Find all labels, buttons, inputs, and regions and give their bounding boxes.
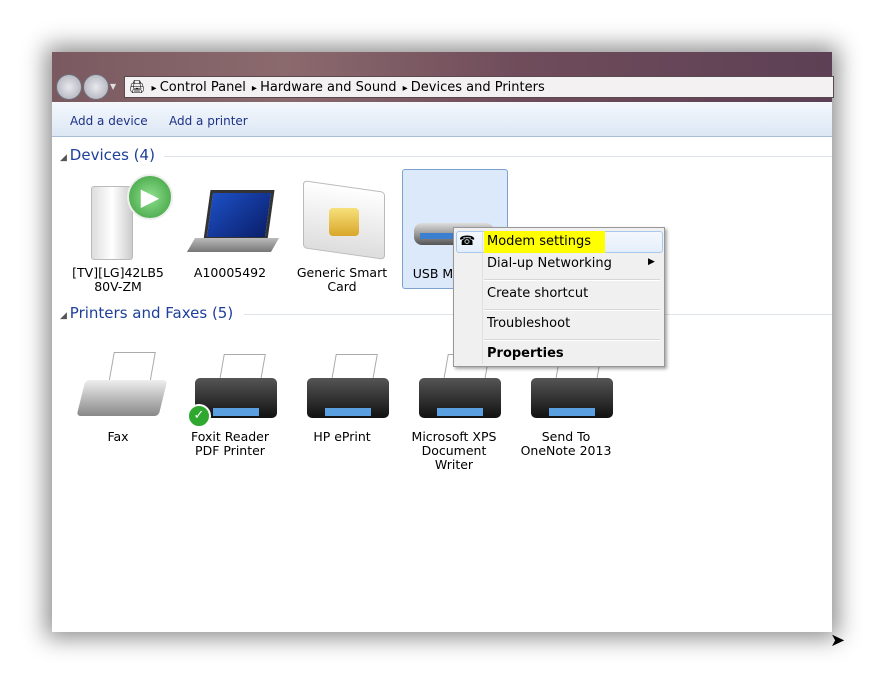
device-label: Generic Smart Card [296,265,388,294]
command-bar: Add a device Add a printer [52,102,832,137]
modem-settings-icon: ☎ [459,234,476,249]
smart-card-icon [297,174,387,264]
devices-group-header[interactable]: Devices (4) [60,146,155,164]
menu-item-properties[interactable]: Properties [487,343,564,365]
printer-label: Microsoft XPS Document Writer [411,429,497,472]
menu-item-modem-settings[interactable]: Modem settings [484,231,606,253]
forward-button[interactable] [83,74,109,100]
menu-item-create-shortcut[interactable]: Create shortcut [487,283,588,305]
printer-label: HP ePrint [313,429,371,444]
printer-foxit[interactable]: ✓ Foxit Reader PDF Printer [178,348,282,458]
printer-hp-eprint[interactable]: HP ePrint [290,348,394,444]
laptop-icon [185,174,280,264]
back-button[interactable] [56,74,82,100]
printer-label: Fax [107,429,129,444]
divider [164,156,832,157]
breadcrumb-hardware-and-sound[interactable]: Hardware and Sound [252,80,396,95]
printer-fax[interactable]: Fax [66,348,170,444]
fax-icon [73,348,168,428]
device-label: USB M [412,266,454,281]
mouse-cursor-icon: ➤ [830,630,846,651]
devices-and-printers-window: ▼ 🖨 Control Panel Hardware and Sound Dev… [52,52,834,632]
title-bar: ▼ 🖨 Control Panel Hardware and Sound Dev… [52,52,834,102]
devices-folder-icon: 🖨 [129,79,146,95]
device-label: [TV][LG]42LB5 80V-ZM [72,265,164,294]
default-printer-check-icon: ✓ [187,404,211,428]
device-label: A10005492 [193,265,267,280]
menu-item-dial-up-networking[interactable]: Dial-up Networking [487,253,612,275]
printer-label: Foxit Reader PDF Printer [191,429,269,458]
breadcrumb-devices-and-printers[interactable]: Devices and Printers [403,80,545,95]
device-tv[interactable]: ▶ [TV][LG]42LB5 80V-ZM [66,174,173,294]
recent-pages-chevron-icon[interactable]: ▼ [110,82,116,91]
context-menu: ☎ Modem settings Dial-up Networking ▶ Cr… [453,227,665,367]
submenu-arrow-icon: ▶ [648,257,655,267]
printer-icon [297,348,389,428]
address-bar[interactable]: 🖨 Control Panel Hardware and Sound Devic… [124,76,834,98]
device-laptop[interactable]: A10005492 [178,174,282,280]
media-device-icon: ▶ [73,174,173,264]
printers-group-header[interactable]: Printers and Faxes (5) [60,304,233,322]
printer-icon: ✓ [185,348,277,428]
add-printer-button[interactable]: Add a printer [169,114,248,128]
breadcrumb-control-panel[interactable]: Control Panel [152,80,246,95]
printer-label: Send To OneNote 2013 [520,429,612,458]
add-device-button[interactable]: Add a device [70,114,148,128]
device-smart-card[interactable]: Generic Smart Card [290,174,394,294]
menu-item-troubleshoot[interactable]: Troubleshoot [487,313,570,335]
